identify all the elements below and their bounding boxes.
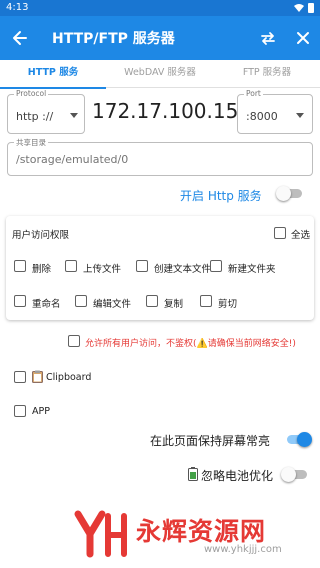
share-directory-field[interactable]: 共享目录 /storage/emulated/0 xyxy=(7,137,313,176)
battery-emoji-icon xyxy=(188,467,198,481)
protocol-value: http :// xyxy=(16,110,54,123)
allow-all-warning: 允许所有用户访问，不鉴权(⚠️请确保当前网络安全!) xyxy=(85,339,296,349)
status-time: 4:13 xyxy=(6,2,29,13)
select-all-label: 全选 xyxy=(291,230,311,241)
copy-checkbox[interactable] xyxy=(146,295,158,307)
permissions-title: 用户访问权限 xyxy=(12,230,70,241)
enable-http-label: 开启 Http 服务 xyxy=(180,189,262,203)
share-directory-legend: 共享目录 xyxy=(14,137,48,148)
battery-icon xyxy=(308,3,314,13)
switch-thumb xyxy=(276,186,291,201)
tab-http[interactable]: HTTP 服务 xyxy=(0,60,106,89)
copy-label: 复制 xyxy=(164,299,184,310)
switch-thumb xyxy=(297,432,312,447)
page-title: HTTP/FTP 服务器 xyxy=(52,31,175,47)
close-icon[interactable] xyxy=(293,28,313,48)
clipboard-checkbox[interactable] xyxy=(14,371,26,383)
app-bar: HTTP/FTP 服务器 xyxy=(0,16,320,60)
port-legend: Port xyxy=(244,89,263,98)
app-label: APP xyxy=(32,406,50,417)
protocol-legend: Protocol xyxy=(14,89,49,98)
ignore-battery-switch[interactable] xyxy=(281,467,307,482)
cut-checkbox[interactable] xyxy=(200,295,212,307)
rename-label: 重命名 xyxy=(32,299,61,310)
share-directory-value: /storage/emulated/0 xyxy=(16,153,129,166)
new-folder-label: 新建文件夹 xyxy=(228,264,276,275)
app-checkbox[interactable] xyxy=(14,405,26,417)
port-select[interactable]: Port :8000 xyxy=(237,89,313,134)
tab-ftp[interactable]: FTP 服务器 xyxy=(214,60,320,88)
protocol-select[interactable]: Protocol http :// xyxy=(7,89,85,134)
keep-screen-on-label: 在此页面保持屏幕常亮 xyxy=(150,434,271,448)
watermark: 永辉资源网 www.yhkjjj.com xyxy=(72,508,312,562)
port-value: :8000 xyxy=(246,110,278,123)
ignore-battery-label: 忽略电池优化 xyxy=(201,469,274,483)
clipboard-label: Clipboard xyxy=(46,372,92,383)
switch-thumb xyxy=(281,467,296,482)
watermark-url: www.yhkjjj.com xyxy=(204,544,282,555)
chevron-down-icon xyxy=(296,113,304,118)
chevron-down-icon xyxy=(70,113,78,118)
rename-checkbox[interactable] xyxy=(14,295,26,307)
back-arrow-icon[interactable] xyxy=(10,28,30,48)
status-bar: 4:13 xyxy=(0,0,320,16)
swap-icon[interactable] xyxy=(258,28,278,48)
allow-all-checkbox[interactable] xyxy=(68,335,80,347)
edit-file-checkbox[interactable] xyxy=(75,295,87,307)
status-icons xyxy=(294,3,314,13)
enable-http-switch[interactable] xyxy=(276,186,302,201)
watermark-logo xyxy=(74,510,127,558)
wifi-icon xyxy=(294,4,304,12)
watermark-name: 永辉资源网 xyxy=(136,517,267,546)
create-text-file-checkbox[interactable] xyxy=(136,260,148,272)
permissions-card: 用户访问权限 全选 删除 上传文件 创建文本文件 新建文件夹 重命名 编辑文件 … xyxy=(6,216,314,320)
upload-label: 上传文件 xyxy=(83,264,122,275)
tab-webdav[interactable]: WebDAV 服务器 xyxy=(107,60,213,88)
edit-file-label: 编辑文件 xyxy=(93,299,132,310)
ip-address: 172.17.100.15 xyxy=(92,99,239,123)
tab-bar: HTTP 服务 WebDAV 服务器 FTP 服务器 xyxy=(0,60,320,89)
clipboard-icon xyxy=(32,370,43,383)
delete-checkbox[interactable] xyxy=(14,260,26,272)
create-text-file-label: 创建文本文件 xyxy=(154,264,212,275)
select-all-checkbox[interactable] xyxy=(274,227,286,239)
keep-screen-on-switch[interactable] xyxy=(285,432,312,447)
cut-label: 剪切 xyxy=(218,299,238,310)
delete-label: 删除 xyxy=(32,264,52,275)
new-folder-checkbox[interactable] xyxy=(210,260,222,272)
upload-checkbox[interactable] xyxy=(65,260,77,272)
